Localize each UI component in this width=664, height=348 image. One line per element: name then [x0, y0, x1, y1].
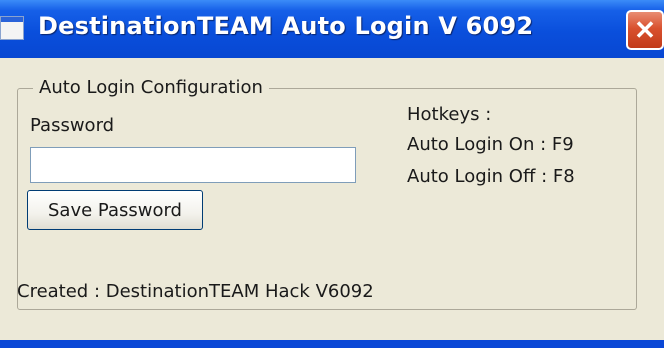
client-area: Auto Login Configuration Password Save P…	[0, 58, 664, 340]
window-bottom-border	[0, 340, 664, 348]
close-icon: ✕	[634, 14, 656, 45]
groupbox-legend: Auto Login Configuration	[33, 77, 269, 98]
hotkeys-heading: Hotkeys :	[407, 104, 492, 125]
save-password-button[interactable]: Save Password	[27, 190, 203, 230]
hotkey-on-label: Auto Login On : F9	[407, 134, 574, 155]
created-by-label: Created : DestinationTEAM Hack V6092	[17, 281, 374, 302]
hotkey-off-label: Auto Login Off : F8	[407, 166, 575, 187]
password-field[interactable]	[30, 147, 356, 183]
app-window: DestinationTEAM Auto Login V 6092 ✕ Auto…	[0, 0, 664, 348]
window-title: DestinationTEAM Auto Login V 6092	[38, 12, 534, 40]
password-label: Password	[30, 115, 115, 136]
close-button[interactable]: ✕	[626, 10, 664, 50]
window-app-icon[interactable]	[0, 16, 24, 40]
title-bar[interactable]: DestinationTEAM Auto Login V 6092 ✕	[0, 0, 664, 58]
